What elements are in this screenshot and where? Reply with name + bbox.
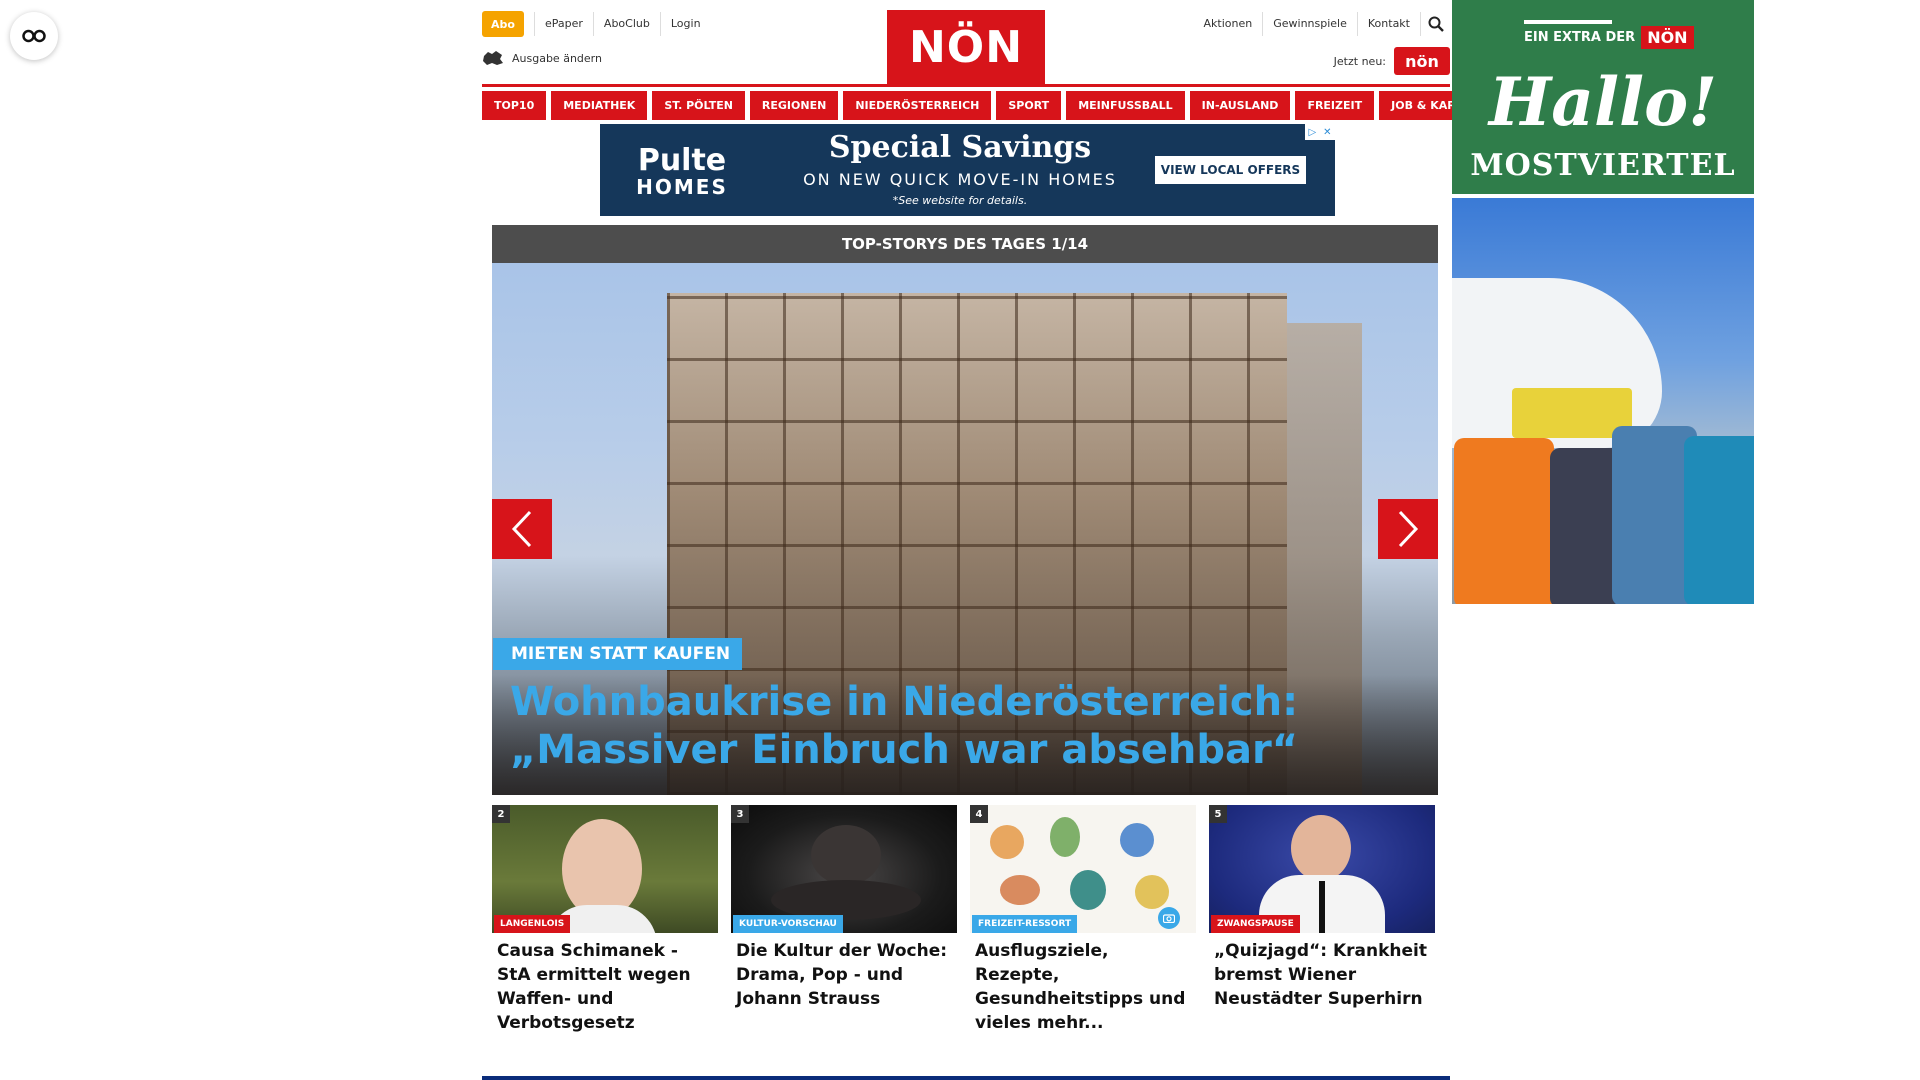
- hero-kicker[interactable]: MIETEN STATT KAUFEN: [493, 638, 743, 670]
- teaser-image[interactable]: 3 KULTUR-VORSCHAU: [731, 805, 957, 933]
- nav-item-regionen[interactable]: REGIONEN: [749, 91, 839, 120]
- teaser-number: 3: [731, 805, 749, 823]
- nav-item-top10[interactable]: TOP10: [482, 91, 547, 120]
- ad-fineprint: *See website for details.: [892, 194, 1028, 207]
- gewinnspiele-link[interactable]: Gewinnspiele: [1262, 12, 1357, 36]
- section-divider: [482, 1076, 1450, 1080]
- login-link[interactable]: Login: [659, 12, 711, 36]
- teaser-number: 2: [492, 805, 510, 823]
- right-links: Aktionen Gewinnspiele Kontakt: [1194, 12, 1450, 36]
- ad-region-title: MOSTVIERTEL: [1470, 148, 1736, 183]
- noen-logo[interactable]: NÖN: [887, 10, 1045, 84]
- nav-item-niederoesterreich[interactable]: NIEDERÖSTERREICH: [843, 91, 992, 120]
- airport-ad[interactable]: [1452, 198, 1754, 604]
- close-icon[interactable]: ✕: [1323, 127, 1331, 138]
- chevron-right-icon: [1398, 510, 1419, 548]
- teaser-number: 4: [970, 805, 988, 823]
- nav-item-in-ausland[interactable]: IN-AUSLAND: [1189, 91, 1291, 120]
- accessibility-toggle-icon: [22, 29, 46, 43]
- teaser-title[interactable]: „Quizjagd“: Krankheit bremst Wiener Neus…: [1209, 939, 1435, 1011]
- ad-hallo-title: Hallo!: [1488, 63, 1718, 141]
- jetzt-label: Jetzt neu:: [1333, 54, 1386, 68]
- teaser-title[interactable]: Causa Schimanek - StA ermittelt wegen Wa…: [492, 939, 718, 1035]
- nav-item-mediathek[interactable]: MEDIATHEK: [551, 91, 648, 120]
- kontakt-link[interactable]: Kontakt: [1356, 12, 1420, 36]
- pulte-brand: Pulte: [637, 143, 727, 178]
- teaser-image[interactable]: 5 ZWANGSPAUSE: [1209, 805, 1435, 933]
- epaper-link[interactable]: ePaper: [534, 12, 593, 36]
- teaser-tag[interactable]: FREIZEIT-RESSORT: [972, 915, 1078, 933]
- slider-prev-button[interactable]: [492, 499, 552, 559]
- main-nav: TOP10 MEDIATHEK ST. PÖLTEN REGIONEN NIED…: [482, 91, 1504, 120]
- hallo-mostviertel-ad[interactable]: EIN EXTRA DER NÖN Hallo! MOSTVIERTEL: [1452, 0, 1754, 194]
- search-button[interactable]: [1420, 12, 1450, 36]
- nav-item-sport[interactable]: SPORT: [996, 91, 1062, 120]
- teaser-image[interactable]: 2 LANGENLOIS: [492, 805, 718, 933]
- teaser-tag[interactable]: KULTUR-VORSCHAU: [733, 915, 843, 933]
- teaser-image[interactable]: 4 FREIZEIT-RESSORT: [970, 805, 1196, 933]
- search-icon: [1428, 16, 1444, 32]
- adchoices-icon: ▷: [1308, 126, 1317, 138]
- teaser-tag[interactable]: ZWANGSPAUSE: [1211, 915, 1300, 933]
- jetzt-neu[interactable]: Jetzt neu: nön: [1334, 47, 1450, 75]
- teaser-card[interactable]: 2 LANGENLOIS Causa Schimanek - StA ermit…: [492, 805, 718, 1035]
- nav-item-meinfussball[interactable]: MEINFUSSBALL: [1066, 91, 1185, 120]
- ad-choices[interactable]: ▷ ✕: [1305, 124, 1335, 140]
- ausgabe-switch[interactable]: Ausgabe ändern: [482, 50, 602, 66]
- pulte-logo: Pulte HOMES: [622, 136, 742, 208]
- ad-subline: ON NEW QUICK MOVE-IN HOMES: [803, 170, 1117, 189]
- abo-button[interactable]: Abo: [482, 11, 524, 37]
- slider-next-button[interactable]: [1378, 499, 1438, 559]
- aktionen-link[interactable]: Aktionen: [1194, 12, 1263, 36]
- nav-item-st-poelten[interactable]: ST. PÖLTEN: [652, 91, 745, 120]
- region-map-icon: [483, 51, 503, 65]
- homes-brand: HOMES: [636, 175, 728, 199]
- ausgabe-label: Ausgabe ändern: [512, 51, 602, 65]
- teaser-number: 5: [1209, 805, 1227, 823]
- header-divider: [482, 84, 1450, 87]
- teaser-card[interactable]: 4 FREIZEIT-RESSORT Ausflugsziele, Rezept…: [970, 805, 1196, 1035]
- ad-headline: Special Savings: [828, 130, 1092, 165]
- top-links: ePaper AboClub Login: [534, 12, 711, 36]
- view-offers-button[interactable]: VIEW LOCAL OFFERS: [1155, 156, 1306, 184]
- camera-icon: [1163, 914, 1175, 923]
- ad-noen-logo: NÖN: [1641, 26, 1694, 49]
- chevron-left-icon: [511, 510, 532, 548]
- teaser-card[interactable]: 3 KULTUR-VORSCHAU Die Kultur der Woche: …: [731, 805, 957, 1011]
- teaser-tag[interactable]: LANGENLOIS: [494, 915, 571, 933]
- teaser-title[interactable]: Die Kultur der Woche: Drama, Pop - und J…: [731, 939, 957, 1011]
- teaser-title[interactable]: Ausflugsziele, Rezepte, Gesundheitstipps…: [970, 939, 1196, 1035]
- ad-extra-label: EIN EXTRA DER NÖN: [1524, 26, 1694, 49]
- aboclub-link[interactable]: AboClub: [592, 12, 660, 36]
- accessibility-button[interactable]: [10, 12, 58, 60]
- hero-headline[interactable]: Wohnbaukrise in Niederösterreich: „Massi…: [510, 678, 1410, 774]
- banner-ad[interactable]: Pulte HOMES Special Savings ON NEW QUICK…: [600, 124, 1335, 216]
- noen-app-badge: nön: [1394, 47, 1450, 75]
- gallery-button[interactable]: [1158, 907, 1180, 929]
- nav-item-freizeit[interactable]: FREIZEIT: [1295, 91, 1375, 120]
- site-header: Abo ePaper AboClub Login Ausgabe ändern …: [482, 0, 1450, 86]
- teaser-card[interactable]: 5 ZWANGSPAUSE „Quizjagd“: Krankheit brem…: [1209, 805, 1435, 1011]
- top-stories-heading: TOP-STORYS DES TAGES 1/14: [492, 225, 1438, 263]
